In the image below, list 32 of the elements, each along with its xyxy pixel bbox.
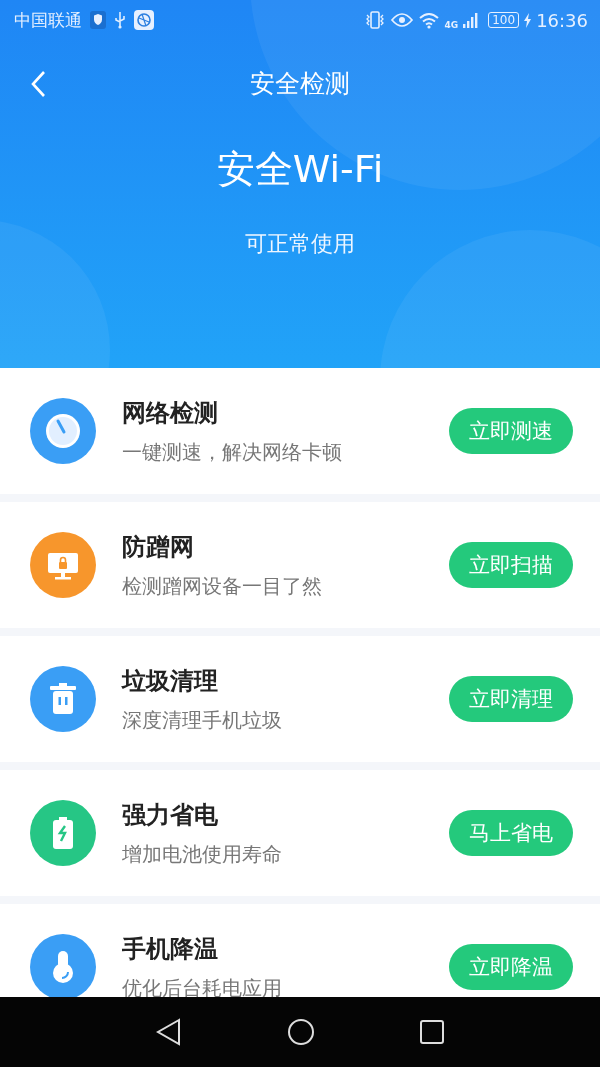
home-icon[interactable] [287,1018,315,1046]
feature-title: 手机降温 [122,933,219,965]
carrier-name: 中国联通 [14,8,82,32]
wifi-icon [417,11,440,29]
clock-time: 16:36 [536,9,588,31]
feature-description: 增加电池使用寿命 [122,840,283,868]
wifi-status-title: 安全Wi-Fi [216,146,384,193]
wifi-status-subtitle: 可正常使用 [245,230,355,258]
action-button[interactable]: 立即扫描 [449,542,573,588]
eye-icon [390,12,413,28]
feature-title: 垃圾清理 [122,665,219,697]
charging-icon [524,12,532,28]
browser-icon [134,10,154,30]
feature-title: 强力省电 [122,799,219,831]
usb-icon [114,11,126,29]
feature-title: 网络检测 [122,397,219,429]
action-button[interactable]: 立即清理 [449,676,573,722]
recents-icon[interactable] [420,1020,444,1044]
feature-title: 防蹭网 [122,531,195,563]
page-title: 安全检测 [250,67,350,100]
feature-description: 优化后台耗电应用 [122,974,283,1002]
battery-level: 100 [488,12,520,28]
feature-description: 深度清理手机垃圾 [122,706,283,734]
network-type: 4G [444,19,459,30]
action-button[interactable]: 立即测速 [449,408,573,454]
back-icon[interactable] [156,1018,182,1046]
action-button[interactable]: 马上省电 [449,810,573,856]
signal-icon [463,12,480,28]
feature-description: 检测蹭网设备一目了然 [122,572,323,600]
feature-description: 一键测速，解决网络卡顿 [122,438,343,466]
shield-icon [90,11,106,29]
action-button[interactable]: 立即降温 [449,944,573,990]
